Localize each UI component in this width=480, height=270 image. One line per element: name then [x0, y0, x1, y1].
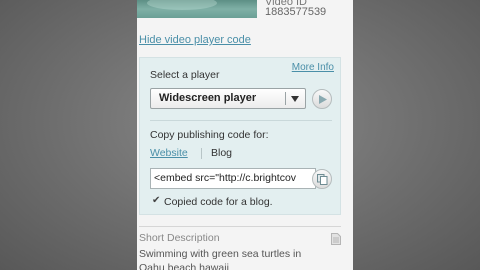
player-code-box: More Info Select a player Widescreen pla…: [139, 57, 341, 215]
tab-blog[interactable]: Blog: [211, 147, 232, 159]
divider: [139, 226, 341, 227]
player-select-dropdown[interactable]: Widescreen player: [150, 88, 306, 109]
copy-code-label: Copy publishing code for:: [150, 129, 269, 141]
select-player-label: Select a player: [150, 69, 220, 81]
copy-icon: [317, 174, 328, 185]
short-description-text[interactable]: Swimming with green sea turtles in Oahu …: [139, 247, 319, 270]
dropdown-separator: [285, 92, 286, 105]
publishing-code-field[interactable]: <embed src="http://c.brightcov: [150, 168, 316, 189]
copy-code-button[interactable]: [312, 169, 332, 189]
divider: [150, 120, 332, 121]
copied-confirmation: Copied code for a blog.: [164, 196, 273, 208]
hide-player-code-link[interactable]: Hide video player code: [139, 34, 251, 46]
video-thumbnail[interactable]: [137, 0, 257, 18]
short-description-label: Short Description: [139, 232, 220, 244]
document-icon[interactable]: [331, 233, 341, 245]
preview-player-button[interactable]: [312, 89, 332, 109]
play-icon: [319, 95, 327, 104]
tab-separator: [201, 148, 202, 159]
tab-website[interactable]: Website: [150, 147, 188, 159]
selected-player-value: Widescreen player: [159, 92, 257, 104]
video-details-panel: Video ID 1883577539 Hide video player co…: [137, 0, 353, 270]
video-id-value: 1883577539: [265, 6, 327, 18]
more-info-link[interactable]: More Info: [292, 62, 334, 73]
chevron-down-icon: [291, 96, 299, 102]
checkmark-icon: ✔: [152, 195, 161, 206]
